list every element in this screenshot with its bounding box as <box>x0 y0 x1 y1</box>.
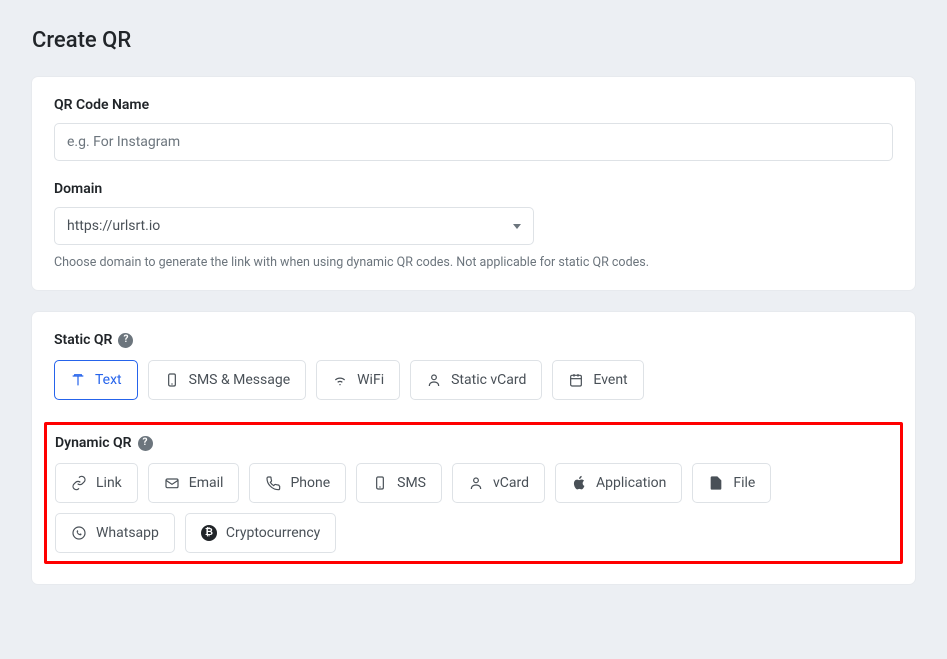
static-qr-heading-text: Static QR <box>54 332 112 348</box>
dynamic-phone-label: Phone <box>290 475 330 491</box>
mail-icon <box>164 475 180 491</box>
static-vcard-label: Static vCard <box>451 372 526 388</box>
qr-settings-card: QR Code Name Domain https://urlsrt.io Ch… <box>32 77 915 290</box>
static-text-button[interactable]: Text <box>54 360 138 400</box>
help-icon[interactable]: ? <box>138 436 153 451</box>
chevron-down-icon <box>513 224 521 229</box>
file-icon <box>708 475 724 491</box>
user-icon <box>426 372 442 388</box>
qr-name-label: QR Code Name <box>54 97 893 113</box>
whatsapp-icon <box>71 525 87 541</box>
smartphone-icon <box>372 475 388 491</box>
static-sms-button[interactable]: SMS & Message <box>148 360 307 400</box>
static-event-label: Event <box>593 372 627 388</box>
static-sms-label: SMS & Message <box>189 372 291 388</box>
static-text-label: Text <box>95 372 122 388</box>
domain-label: Domain <box>54 181 893 197</box>
dynamic-file-label: File <box>733 475 755 491</box>
page-title: Create QR <box>32 0 915 77</box>
wifi-icon <box>332 372 348 388</box>
static-qr-heading: Static QR ? <box>54 332 893 348</box>
dynamic-qr-highlight: Dynamic QR ? Link Email Phone <box>44 422 903 564</box>
static-wifi-label: WiFi <box>357 372 384 388</box>
dynamic-link-label: Link <box>96 475 122 491</box>
dynamic-vcard-label: vCard <box>493 475 529 491</box>
qr-types-card: Static QR ? Text SMS & Message WiFi Stat… <box>32 312 915 584</box>
static-event-button[interactable]: Event <box>552 360 643 400</box>
dynamic-link-button[interactable]: Link <box>55 463 138 503</box>
dynamic-email-button[interactable]: Email <box>148 463 240 503</box>
calendar-icon <box>568 372 584 388</box>
dynamic-whatsapp-button[interactable]: Whatsapp <box>55 513 175 553</box>
dynamic-crypto-button[interactable]: ₿ Cryptocurrency <box>185 513 336 553</box>
static-qr-buttons: Text SMS & Message WiFi Static vCard Eve… <box>54 360 893 400</box>
text-icon <box>70 372 86 388</box>
static-vcard-button[interactable]: Static vCard <box>410 360 542 400</box>
dynamic-phone-button[interactable]: Phone <box>249 463 346 503</box>
dynamic-whatsapp-label: Whatsapp <box>96 525 159 541</box>
dynamic-file-button[interactable]: File <box>692 463 771 503</box>
domain-select[interactable]: https://urlsrt.io <box>54 207 534 245</box>
dynamic-email-label: Email <box>189 475 224 491</box>
dynamic-qr-heading-text: Dynamic QR <box>55 435 132 451</box>
smartphone-icon <box>164 372 180 388</box>
user-icon <box>468 475 484 491</box>
dynamic-application-label: Application <box>596 475 666 491</box>
qr-name-input[interactable] <box>54 123 893 161</box>
static-wifi-button[interactable]: WiFi <box>316 360 400 400</box>
dynamic-application-button[interactable]: Application <box>555 463 682 503</box>
help-icon[interactable]: ? <box>118 333 133 348</box>
dynamic-qr-heading: Dynamic QR ? <box>55 435 892 451</box>
dynamic-sms-label: SMS <box>397 475 426 491</box>
domain-help-text: Choose domain to generate the link with … <box>54 255 893 270</box>
dynamic-crypto-label: Cryptocurrency <box>226 525 320 541</box>
apple-icon <box>571 475 587 491</box>
dynamic-sms-button[interactable]: SMS <box>356 463 442 503</box>
domain-value: https://urlsrt.io <box>67 218 513 234</box>
dynamic-qr-buttons: Link Email Phone SMS vCard <box>55 463 892 553</box>
link-icon <box>71 475 87 491</box>
crypto-icon: ₿ <box>201 525 217 541</box>
phone-icon <box>265 475 281 491</box>
dynamic-vcard-button[interactable]: vCard <box>452 463 545 503</box>
